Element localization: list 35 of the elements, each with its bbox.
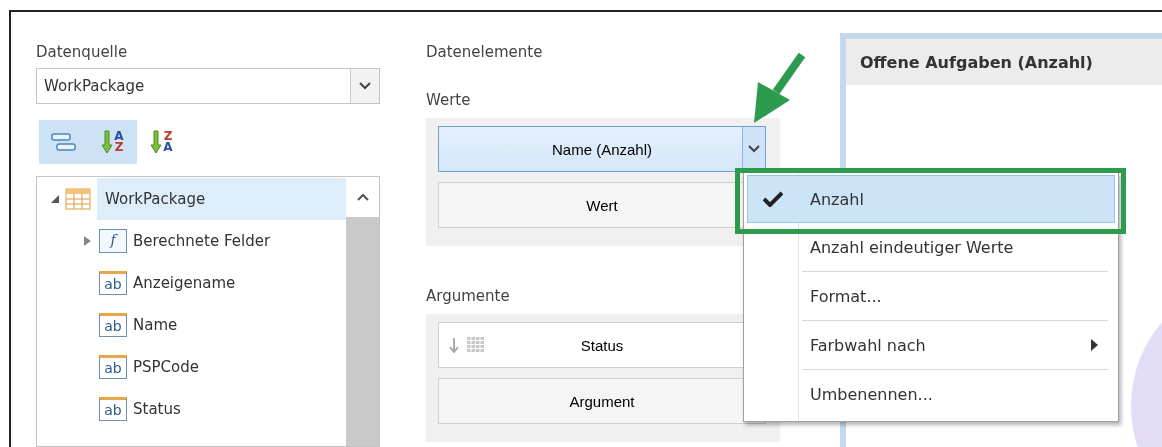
tree-item[interactable]: Status — [133, 400, 181, 418]
dropdown-button[interactable] — [742, 127, 765, 171]
expander-icon[interactable] — [83, 236, 91, 246]
text-field-icon: ab — [99, 313, 127, 337]
text-field-icon: ab — [99, 397, 127, 421]
table-icon — [65, 188, 91, 210]
scroll-up-icon[interactable] — [356, 193, 369, 201]
toolbar-button[interactable] — [39, 120, 88, 164]
data-source-dropdown[interactable]: WorkPackage — [36, 68, 380, 104]
sort-arrow-icon — [449, 337, 459, 353]
tree-item[interactable]: Berechnete Felder — [133, 232, 271, 250]
field-label: Werte — [426, 90, 472, 110]
chevron-icon — [359, 82, 371, 90]
submenu-arrow-icon — [1091, 339, 1098, 351]
chart-title: Offene Aufgaben (Anzahl) — [846, 39, 1162, 85]
measure-field[interactable]: Name (Anzahl) — [438, 126, 766, 172]
expander-icon[interactable] — [51, 195, 59, 203]
toolbar-button[interactable]: Z A — [137, 120, 186, 164]
function-icon: f — [99, 229, 127, 253]
group-icon — [50, 132, 77, 152]
tree-item[interactable]: PSPCode — [133, 358, 199, 376]
text-field-icon: ab — [99, 271, 127, 295]
text-field-icon: ab — [99, 355, 127, 379]
drop-target[interactable]: Argument — [438, 378, 766, 424]
grid-icon — [467, 337, 485, 353]
tree-item[interactable]: Name — [133, 316, 178, 334]
chevron-icon — [748, 145, 760, 153]
menu-item[interactable]: Anzahl — [747, 175, 1115, 223]
toolbar-button[interactable]: A Z — [88, 120, 137, 164]
tree-item[interactable]: Anzeigename — [133, 274, 236, 292]
section-title: Datenelemente — [426, 42, 544, 62]
menu-item[interactable]: Format... — [747, 272, 1115, 320]
field-label: Argumente — [426, 286, 511, 306]
tree-item[interactable]: WorkPackage — [97, 178, 346, 220]
field-label: Datenquelle — [36, 42, 129, 62]
